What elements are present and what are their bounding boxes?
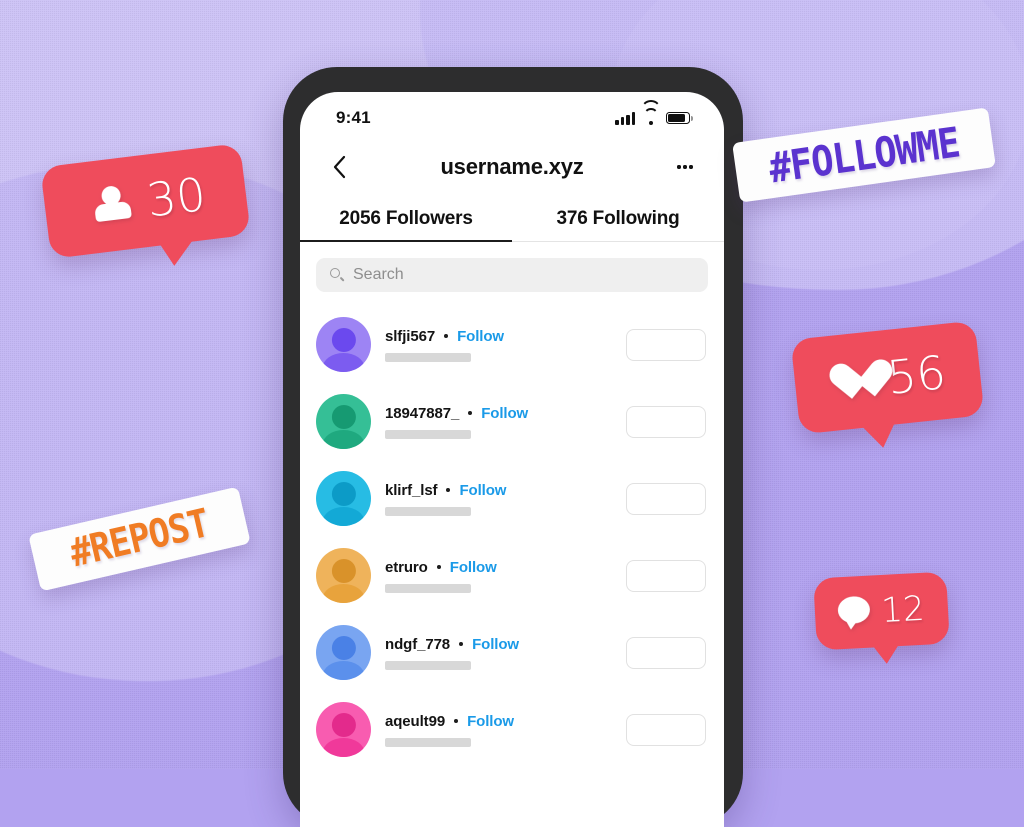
chevron-left-icon[interactable]	[326, 154, 352, 180]
username-label: ndgf_778	[385, 635, 451, 653]
username-label: aqeult99	[385, 712, 446, 730]
tab-active-indicator	[300, 240, 512, 242]
avatar	[316, 471, 371, 526]
battery-icon	[666, 112, 693, 124]
search-container: Search	[300, 242, 724, 298]
list-item-action-button[interactable]	[626, 559, 706, 592]
phone-mockup: 9:41 username.xyz 2056 Followers 376 Fol…	[283, 67, 743, 827]
search-placeholder: Search	[353, 266, 404, 283]
likes-badge: 56	[790, 320, 985, 451]
phone-screen: 9:41 username.xyz 2056 Followers 376 Fol…	[300, 92, 724, 827]
list-item-text: aqeult99 Follow	[385, 713, 612, 747]
subtitle-placeholder-bar	[385, 506, 471, 516]
search-icon	[330, 268, 345, 282]
list-item-action-button[interactable]	[626, 328, 706, 361]
list-item-action-button[interactable]	[626, 405, 706, 438]
cellular-signal-icon	[615, 111, 635, 125]
separator-dot	[436, 565, 441, 569]
comment-icon	[837, 595, 874, 630]
list-item[interactable]: etruro Follow	[300, 537, 724, 614]
list-item-action-button[interactable]	[626, 482, 706, 515]
ellipsis-icon[interactable]	[672, 154, 698, 180]
separator-dot	[459, 642, 464, 646]
list-item-nameline: aqeult99 Follow	[385, 713, 612, 730]
follow-link[interactable]: Follow	[459, 482, 506, 499]
avatar	[316, 394, 371, 449]
follow-link[interactable]: Follow	[481, 405, 528, 422]
follow-link[interactable]: Follow	[457, 328, 504, 345]
status-time: 9:41	[336, 108, 371, 127]
list-item-text: 18947887_ Follow	[385, 405, 612, 439]
status-bar: 9:41	[300, 92, 724, 138]
tab-followers[interactable]: 2056 Followers	[300, 196, 512, 242]
list-item-text: klirf_lsf Follow	[385, 482, 612, 516]
follow-link[interactable]: Follow	[450, 559, 497, 576]
list-item[interactable]: slfji567 Follow	[300, 306, 724, 383]
separator-dot	[468, 411, 473, 415]
comments-badge-count: 12	[880, 588, 926, 631]
list-item-action-button[interactable]	[626, 713, 706, 746]
nav-bar: username.xyz	[300, 138, 724, 196]
subtitle-placeholder-bar	[385, 660, 471, 670]
avatar	[316, 317, 371, 372]
list-item[interactable]: 18947887_ Follow	[300, 383, 724, 460]
subtitle-placeholder-bar	[385, 737, 471, 747]
subtitle-placeholder-bar	[385, 429, 471, 439]
follower-list: slfji567 Follow 18947887_ Follow klirf_l…	[300, 298, 724, 768]
separator-dot	[454, 719, 459, 723]
separator-dot	[446, 488, 451, 492]
list-item-action-button[interactable]	[626, 636, 706, 669]
list-item[interactable]: aqeult99 Follow	[300, 691, 724, 768]
username-label: 18947887_	[385, 404, 460, 422]
avatar	[316, 625, 371, 680]
list-item-text: ndgf_778 Follow	[385, 636, 612, 670]
page-title: username.xyz	[440, 154, 584, 179]
username-label: etruro	[385, 558, 428, 576]
comments-badge: 12	[813, 571, 950, 665]
badge-tail	[156, 239, 193, 267]
list-item-text: etruro Follow	[385, 559, 612, 593]
likes-badge-count: 56	[884, 344, 949, 405]
avatar	[316, 702, 371, 757]
avatar	[316, 548, 371, 603]
badge-tail	[871, 643, 901, 665]
heart-icon	[827, 359, 875, 403]
list-item-nameline: ndgf_778 Follow	[385, 636, 612, 653]
username-label: klirf_lsf	[385, 481, 438, 499]
followers-badge-count: 30	[143, 166, 209, 228]
username-label: slfji567	[385, 327, 436, 345]
follow-link[interactable]: Follow	[467, 713, 514, 730]
list-item-nameline: etruro Follow	[385, 559, 612, 576]
list-item-text: slfji567 Follow	[385, 328, 612, 362]
subtitle-placeholder-bar	[385, 352, 471, 362]
list-item[interactable]: klirf_lsf Follow	[300, 460, 724, 537]
search-input[interactable]: Search	[316, 258, 708, 292]
list-item-nameline: slfji567 Follow	[385, 328, 612, 345]
follow-link[interactable]: Follow	[472, 636, 519, 653]
separator-dot	[444, 334, 449, 338]
tab-following[interactable]: 376 Following	[512, 196, 724, 242]
list-item[interactable]: ndgf_778 Follow	[300, 614, 724, 691]
list-item-nameline: 18947887_ Follow	[385, 405, 612, 422]
tab-bar: 2056 Followers 376 Following	[300, 196, 724, 242]
wifi-icon	[640, 99, 661, 125]
subtitle-placeholder-bar	[385, 583, 471, 593]
status-icons	[615, 99, 693, 125]
person-icon	[89, 182, 136, 229]
list-item-nameline: klirf_lsf Follow	[385, 482, 612, 499]
